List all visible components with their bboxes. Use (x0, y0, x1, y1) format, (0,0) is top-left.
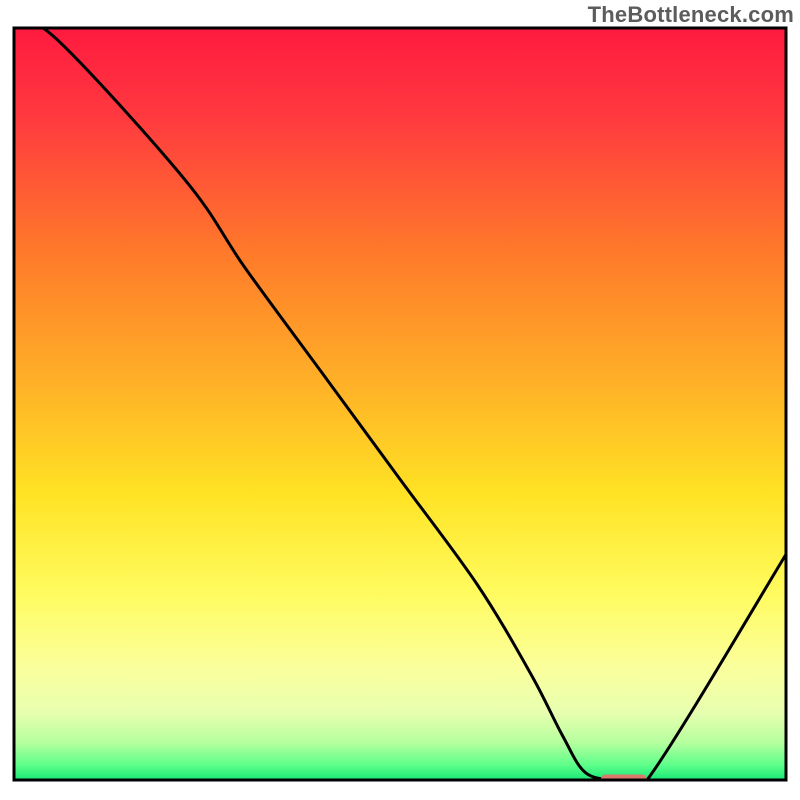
chart-container: TheBottleneck.com (0, 0, 800, 800)
watermark-text: TheBottleneck.com (588, 2, 794, 28)
bottleneck-chart (0, 0, 800, 800)
plot-background (14, 28, 786, 780)
